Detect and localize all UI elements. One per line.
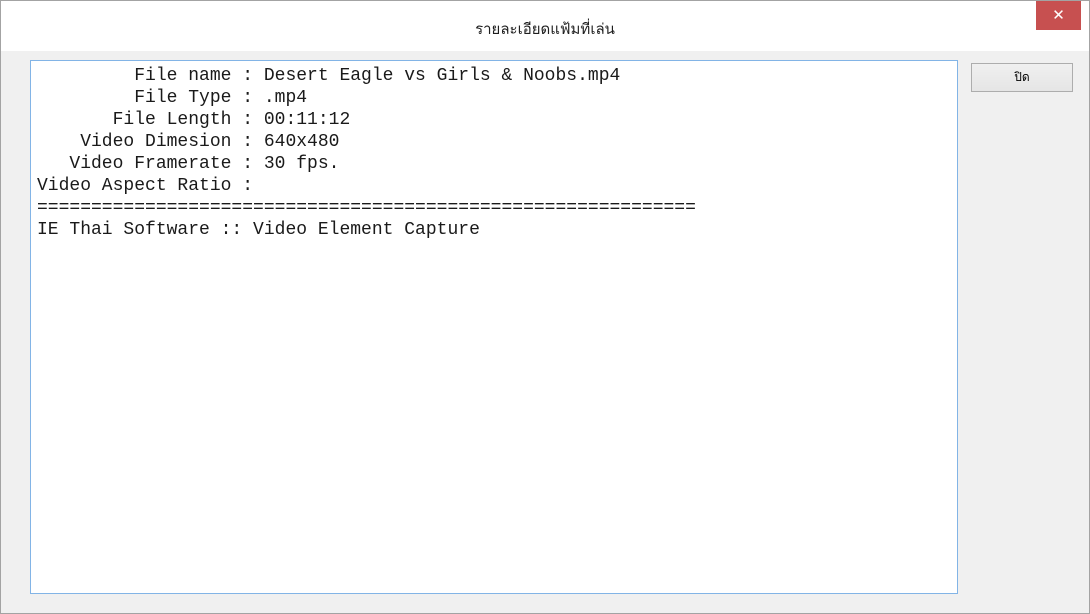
close-icon[interactable]: ✕ [1036, 1, 1081, 30]
close-button[interactable]: ปิด [971, 63, 1073, 92]
file-info-dialog: รายละเอียดแฟ้มที่เล่น ✕ File name : Dese… [0, 0, 1090, 614]
window-title: รายละเอียดแฟ้มที่เล่น [475, 20, 615, 38]
title-bar[interactable]: รายละเอียดแฟ้มที่เล่น ✕ [1, 1, 1089, 51]
file-info-textbox[interactable]: File name : Desert Eagle vs Girls & Noob… [30, 60, 958, 594]
